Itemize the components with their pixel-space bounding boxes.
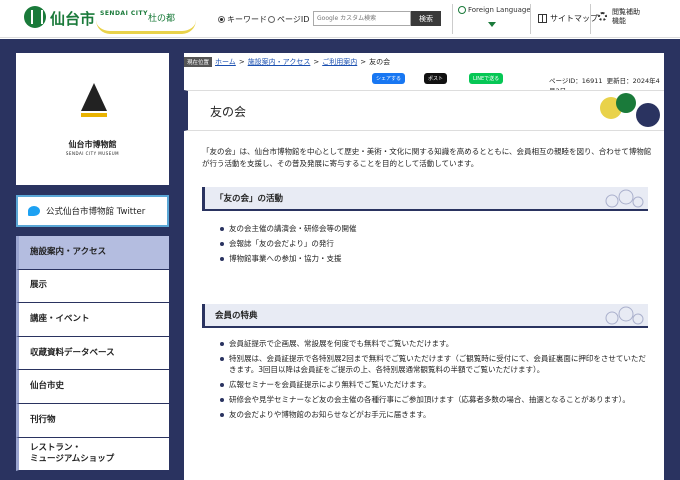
radio-pageid-label: ページID [277,15,310,24]
list-item: 友の会主催の講演会・研修会等の開催 [220,223,650,234]
title-bar: 友の会 [184,90,664,131]
x-post-label: ポスト [428,76,444,82]
museum-logo-box[interactable]: 仙台市博物館 SENDAI CITY MUSEUM [16,53,169,185]
section-heading: 会員の特典 [202,304,648,328]
list-item: 友の会だよりや博物館のお知らせなどがお手元に届きます。 [220,409,650,420]
sidebar-item-history[interactable]: 仙台市史 [16,370,169,404]
list-item: 会報誌「友の会だより」の発行 [220,238,650,249]
deco-circles-icon [605,306,644,325]
intro-text: 「友の会」は、仙台市博物館を中心として歴史・美術・文化に関する知識を高めるととも… [202,147,652,168]
search-button[interactable]: 検索 [411,11,441,26]
museum-name: 仙台市博物館 [68,140,117,149]
deco-circle [636,103,660,127]
logo-swoosh [96,20,196,34]
benefit-list: 会員証提示で企画展、常設展を何度でも無料でご覧いただけます。 特別展は、会員証提… [220,338,650,424]
breadcrumb-home[interactable]: ホーム [215,57,236,67]
chevron-down-icon[interactable] [488,22,496,27]
sidebar-item-events[interactable]: 講座・イベント [16,303,169,337]
globe-icon [458,6,466,14]
twitter-label: 公式仙台市博物館 Twitter [46,207,146,217]
logo-sub: SENDAI CITY [100,10,148,17]
sidebar-item-exhibition[interactable]: 展示 [16,269,169,304]
gear-icon [598,12,607,21]
sendai-logo-icon[interactable] [24,6,46,28]
section-heading: 「友の会」の活動 [202,187,648,211]
breadcrumb-current: 友の会 [369,58,391,66]
list-item: 研修会や見学セミナーなど友の会主催の各種行事にご参加頂けます（応募者多数の場合、… [220,394,650,405]
divider [452,4,453,34]
facebook-share-button[interactable]: シェアする [372,73,406,84]
list-item: 広報セミナーを会員証提示により無料でご覧いただけます。 [220,379,650,390]
divider [530,4,531,34]
breadcrumb: 現在位置 ホーム > 施設案内・アクセス > ご利用案内 > 友の会 [184,57,390,67]
page-title: 友の会 [210,105,247,119]
museum-name-en: SENDAI CITY MUSEUM [65,151,120,156]
sidebar-nav: 施設案内・アクセス 展示 講座・イベント 収蔵資料データベース 仙台市史 刊行物… [16,236,169,472]
sidebar-item-database[interactable]: 収蔵資料データベース [16,336,169,371]
accessibility-link[interactable]: 閲覧補助 機能 [612,8,640,26]
breadcrumb-facility[interactable]: 施設案内・アクセス [248,57,311,67]
line-share-label: LINEで送る [473,76,500,82]
facebook-share-label: シェアする [376,76,402,82]
radio-keyword-label: キーワード [227,15,267,24]
twitter-bird-icon [28,206,40,216]
line-share-button[interactable]: LINEで送る [469,73,504,84]
list-item: 博物館事業への参加・協力・支援 [220,253,650,264]
list-item: 特別展は、会員証提示で各特別展2回まで無料でご覧いただけます（ご観覧時に受付にて… [220,353,650,375]
section-heading-text: 会員の特典 [215,311,258,321]
breadcrumb-label: 現在位置 [184,57,213,67]
language-selector[interactable]: Foreign Language [458,6,531,14]
sidebar-item-restaurant[interactable]: レストラン・ ミュージアムショップ [16,437,169,472]
deco-circle [616,93,636,113]
twitter-button[interactable]: 公式仙台市博物館 Twitter [16,195,169,227]
list-item: 会員証提示で企画展、常設展を何度でも無料でご覧いただけます。 [220,338,650,349]
deco-circles-icon [605,189,644,208]
museum-logo-icon [81,83,107,117]
divider [590,4,591,34]
logo-text[interactable]: 仙台市 [50,8,95,29]
radio-pageid[interactable]: ページID [268,14,309,25]
sidebar-item-facility[interactable]: 施設案内・アクセス [16,236,169,270]
sitemap-link[interactable]: サイトマップ [538,13,598,24]
main-content: 現在位置 ホーム > 施設案内・アクセス > ご利用案内 > 友の会 シェアする ポス… [184,53,664,480]
breadcrumb-guide[interactable]: ご利用案内 [322,57,357,67]
site-header: 仙台市 SENDAI CITY 杜の都 キーワード ページID 検索 Forei… [0,0,680,38]
sitemap-icon [538,14,547,23]
page-id: ページID：16911 [549,77,603,85]
radio-off-icon [268,16,275,23]
radio-keyword[interactable]: キーワード [218,14,267,25]
activity-list: 友の会主催の講演会・研修会等の開催 会報誌「友の会だより」の発行 博物館事業への… [220,223,650,268]
radio-on-icon [218,16,225,23]
search-input[interactable] [313,11,411,26]
sidebar-item-publications[interactable]: 刊行物 [16,403,169,438]
language-label: Foreign Language [468,6,531,14]
section-heading-text: 「友の会」の活動 [215,194,284,204]
x-post-button[interactable]: ポスト [424,73,448,84]
